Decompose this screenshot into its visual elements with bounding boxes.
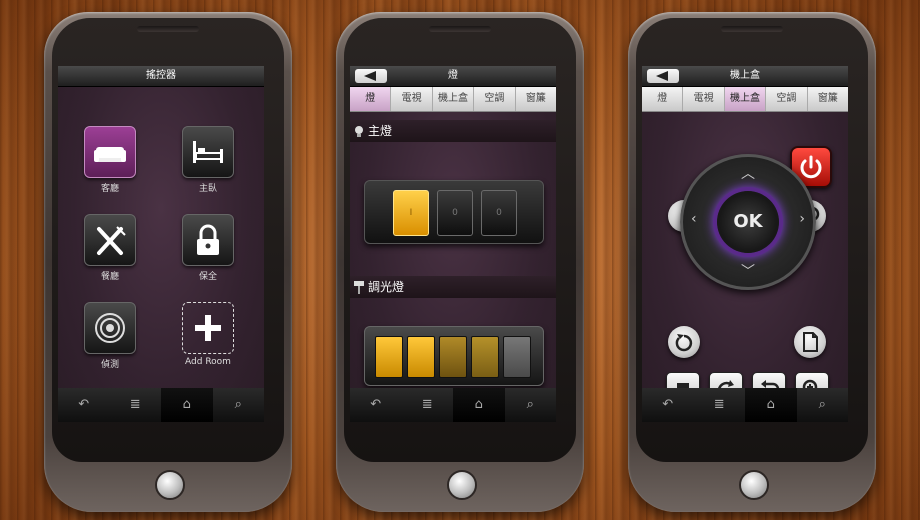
dimmer-level-2[interactable] (407, 336, 435, 378)
bulb-icon (355, 126, 363, 137)
back-nav-button[interactable]: ↶ (642, 388, 694, 422)
tab-tv[interactable]: 電視 (683, 87, 725, 111)
tab-light[interactable]: 燈 (642, 87, 684, 111)
room-label: 偵測 (100, 360, 119, 370)
light-switch-3[interactable]: 0 (481, 190, 517, 236)
right-arrow-button[interactable]: › (799, 211, 805, 227)
tab-light[interactable]: 燈 (350, 87, 392, 111)
phone-3: 機上盒 燈 電視 機上盒 空調 窗簾 i ︿ ﹀ ‹ › OK (628, 12, 876, 512)
fork-knife-icon (84, 214, 136, 266)
menu-nav-button[interactable]: ≣ (402, 388, 454, 422)
phone-3-screen: 機上盒 燈 電視 機上盒 空調 窗簾 i ︿ ﹀ ‹ › OK (642, 66, 848, 422)
lock-icon (182, 214, 234, 266)
tab-air-conditioner[interactable]: 空調 (474, 87, 516, 111)
room-sensor[interactable]: 偵測 (80, 302, 140, 370)
phone-2-screen: 燈 燈 電視 機上盒 空調 窗簾 主燈 I 0 0 調光燈 ↶ ≣ ⌂ ⌕ (350, 66, 556, 422)
dimmer-level-3[interactable] (439, 336, 467, 378)
screen-title: 燈 (448, 70, 458, 81)
back-nav-button[interactable]: ↶ (350, 388, 402, 422)
lamp-icon (354, 281, 364, 294)
menu-nav-button[interactable]: ≣ (110, 388, 162, 422)
nav-bar: ↶ ≣ ⌂ ⌕ (350, 388, 556, 422)
light-switch-1[interactable]: I (393, 190, 429, 236)
sofa-icon (84, 126, 136, 178)
room-security[interactable]: 保全 (178, 214, 238, 282)
earpiece-speaker (137, 26, 199, 32)
home-nav-button[interactable]: ⌂ (453, 388, 505, 422)
back-arrow-button[interactable] (647, 69, 679, 83)
earpiece-speaker (721, 26, 783, 32)
tab-air-conditioner[interactable]: 空調 (766, 87, 808, 111)
room-label: Add Room (185, 357, 231, 367)
title-bar: 燈 (350, 66, 556, 87)
back-arrow-button[interactable] (355, 69, 387, 83)
room-master-bedroom[interactable]: 主臥 (178, 126, 238, 194)
light-switch-2[interactable]: 0 (437, 190, 473, 236)
plus-icon (182, 302, 234, 354)
phone-1-screen: 搖控器 客廳 主臥 餐廳 保全 偵測 Add Room ↶ ≣ ⌂ ⌕ (58, 66, 264, 422)
ok-button[interactable]: OK (717, 191, 779, 253)
room-label: 客廳 (100, 184, 119, 194)
tab-curtain[interactable]: 窗簾 (808, 87, 848, 111)
sensor-icon (84, 302, 136, 354)
section-title: 調光燈 (368, 280, 405, 294)
section-title: 主燈 (368, 124, 393, 138)
up-arrow-button[interactable]: ︿ (741, 163, 755, 183)
room-label: 主臥 (198, 184, 217, 194)
document-icon (803, 332, 818, 352)
trackball-button[interactable] (739, 470, 769, 500)
search-nav-button[interactable]: ⌕ (213, 388, 265, 422)
tab-bar: 燈 電視 機上盒 空調 窗簾 (350, 87, 556, 112)
left-arrow-button[interactable]: ‹ (691, 211, 697, 227)
down-arrow-button[interactable]: ﹀ (741, 261, 755, 281)
trackball-button[interactable] (447, 470, 477, 500)
nav-bar: ↶ ≣ ⌂ ⌕ (642, 388, 848, 422)
add-room-button[interactable]: Add Room (173, 302, 243, 367)
room-label: 餐廳 (100, 272, 119, 282)
tab-set-top-box[interactable]: 機上盒 (724, 87, 767, 111)
main-light-switch-panel: I 0 0 (364, 180, 544, 244)
tab-tv[interactable]: 電視 (391, 87, 433, 111)
home-nav-button[interactable]: ⌂ (745, 388, 797, 422)
room-dining[interactable]: 餐廳 (80, 214, 140, 282)
search-nav-button[interactable]: ⌕ (505, 388, 557, 422)
room-living[interactable]: 客廳 (80, 126, 140, 194)
section-header-dimmer: 調光燈 (350, 276, 556, 298)
dimmer-level-1[interactable] (375, 336, 403, 378)
dimmer-bar-panel[interactable] (364, 326, 544, 386)
screen-title: 搖控器 (146, 70, 176, 81)
tab-set-top-box[interactable]: 機上盒 (433, 87, 475, 111)
screen-title: 機上盒 (730, 70, 760, 81)
title-bar: 機上盒 (642, 66, 848, 87)
document-button[interactable] (794, 326, 826, 358)
bed-icon (182, 126, 234, 178)
home-nav-button[interactable]: ⌂ (161, 388, 213, 422)
back-nav-button[interactable]: ↶ (58, 388, 110, 422)
room-label: 保全 (198, 272, 217, 282)
phone-2: 燈 燈 電視 機上盒 空調 窗簾 主燈 I 0 0 調光燈 ↶ ≣ ⌂ ⌕ (336, 12, 584, 512)
replay-button[interactable] (668, 326, 700, 358)
tab-curtain[interactable]: 窗簾 (516, 87, 556, 111)
direction-pad: ︿ ﹀ ‹ › OK (680, 154, 816, 290)
trackball-button[interactable] (155, 470, 185, 500)
replay-icon (675, 334, 693, 352)
menu-nav-button[interactable]: ≣ (694, 388, 746, 422)
dimmer-level-4[interactable] (471, 336, 499, 378)
section-header-main-light: 主燈 (350, 120, 556, 142)
tab-bar: 燈 電視 機上盒 空調 窗簾 (642, 87, 848, 112)
phone-1: 搖控器 客廳 主臥 餐廳 保全 偵測 Add Room ↶ ≣ ⌂ ⌕ (44, 12, 292, 512)
earpiece-speaker (429, 26, 491, 32)
nav-bar: ↶ ≣ ⌂ ⌕ (58, 388, 264, 422)
search-nav-button[interactable]: ⌕ (797, 388, 849, 422)
dimmer-level-5[interactable] (503, 336, 531, 378)
title-bar: 搖控器 (58, 66, 264, 87)
